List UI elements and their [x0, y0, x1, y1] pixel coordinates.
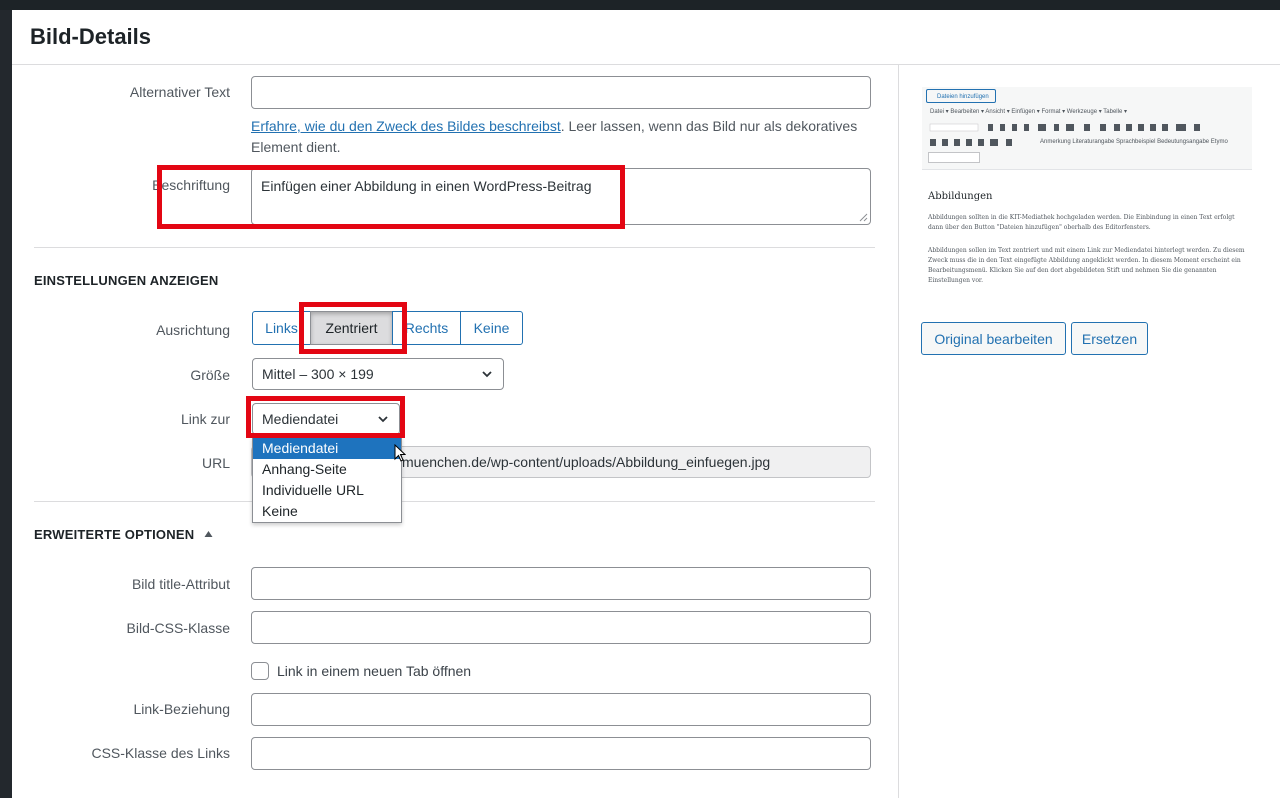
link-to-label: Link zur [180, 411, 230, 427]
size-select-value: Mittel – 300 × 199 [262, 366, 374, 382]
link-to-select[interactable]: Mediendatei [252, 403, 400, 435]
align-none-button[interactable]: Keine [460, 311, 523, 345]
css-class-input[interactable] [251, 611, 871, 644]
alignment-label: Ausrichtung [156, 322, 230, 338]
size-select[interactable]: Mittel – 300 × 199 [252, 358, 504, 390]
link-to-select-value: Mediendatei [262, 411, 339, 427]
dropdown-option-individuelle-url[interactable]: Individuelle URL [253, 480, 401, 501]
preview-toolbar-icons-2 [930, 139, 1012, 146]
link-rel-label: Link-Beziehung [133, 701, 230, 717]
align-center-button[interactable]: Zentriert [310, 311, 393, 345]
caption-label: Beschriftung [152, 177, 230, 193]
mouse-cursor-icon [394, 444, 406, 462]
link-css-input[interactable] [251, 737, 871, 770]
attachment-sidebar: Dateien hinzufügen Datei ▾ Bearbeiten ▾ … [898, 65, 1280, 798]
background-top [0, 0, 1280, 10]
attachment-settings: Alternativer Text Erfahre, wie du den Zw… [12, 65, 898, 798]
alt-text-label: Alternativer Text [129, 84, 230, 100]
align-right-button[interactable]: Rechts [392, 311, 461, 345]
alignment-button-group: Links Zentriert Rechts Keine [252, 311, 523, 345]
new-tab-checkbox[interactable] [251, 662, 269, 680]
edit-original-button[interactable]: Original bearbeiten [921, 322, 1066, 355]
size-label: Größe [190, 367, 230, 383]
caption-text: Einfügen einer Abbildung in einen WordPr… [261, 178, 592, 194]
background-left [0, 10, 12, 798]
dropdown-option-keine[interactable]: Keine [253, 501, 401, 522]
dropdown-option-anhang-seite[interactable]: Anhang-Seite [253, 459, 401, 480]
preview-paragraph-2: Abbildungen sollen im Text zentriert und… [928, 247, 1245, 284]
url-value: muenchen.de/wp-content/uploads/Abbildung… [402, 454, 771, 470]
link-css-label: CSS-Klasse des Links [91, 745, 230, 761]
divider-2 [34, 501, 875, 502]
preview-font-size-select [928, 152, 980, 163]
alt-text-input[interactable] [251, 76, 871, 109]
image-preview[interactable]: Dateien hinzufügen Datei ▾ Bearbeiten ▾ … [922, 87, 1252, 305]
preview-tools-text: Anmerkung Literaturangabe Sprachbeispiel… [1040, 139, 1228, 145]
alt-text-help: Erfahre, wie du den Zweck des Bildes bes… [251, 116, 861, 158]
chevron-down-icon [482, 371, 492, 378]
replace-button[interactable]: Ersetzen [1071, 322, 1148, 355]
preview-add-media-button: Dateien hinzufügen [926, 89, 996, 103]
advanced-options-heading: ERWEITERTE OPTIONEN [34, 527, 195, 542]
preview-paragraph-1: Abbildungen sollten in die KIT-Mediathek… [928, 214, 1235, 231]
css-class-label: Bild-CSS-Klasse [126, 620, 230, 636]
link-rel-input[interactable] [251, 693, 871, 726]
modal-title: Bild-Details [30, 24, 152, 49]
advanced-options-toggle[interactable]: ERWEITERTE OPTIONEN [34, 527, 213, 542]
preview-menu: Datei ▾ Bearbeiten ▾ Ansicht ▾ Einfügen … [930, 109, 1127, 115]
dropdown-option-mediendatei[interactable]: Mediendatei [253, 438, 401, 459]
chevron-down-icon [378, 416, 388, 423]
title-attr-label: Bild title-Attribut [131, 576, 230, 592]
modal-header: Bild-Details [12, 10, 1280, 65]
resize-handle-icon[interactable] [859, 213, 868, 222]
alt-help-link[interactable]: Erfahre, wie du den Zweck des Bildes bes… [251, 118, 561, 134]
arrow-up-icon [204, 531, 213, 537]
link-to-dropdown: Mediendatei Anhang-Seite Individuelle UR… [252, 437, 402, 523]
url-label: URL [201, 455, 230, 471]
image-details-modal: Bild-Details Alternativer Text Erfahre, … [12, 10, 1280, 798]
align-left-button[interactable]: Links [252, 311, 311, 345]
new-tab-label: Link in einem neuen Tab öffnen [277, 663, 472, 679]
caption-textarea[interactable]: Einfügen einer Abbildung in einen WordPr… [251, 168, 871, 225]
preview-heading: Abbildungen [928, 191, 993, 202]
preview-toolbar-icons [929, 123, 1200, 132]
preview-editor-toolbar: Dateien hinzufügen Datei ▾ Bearbeiten ▾ … [922, 87, 1252, 170]
display-settings-heading: EINSTELLUNGEN ANZEIGEN [34, 273, 219, 288]
divider-1 [34, 247, 875, 248]
title-attr-input[interactable] [251, 567, 871, 600]
